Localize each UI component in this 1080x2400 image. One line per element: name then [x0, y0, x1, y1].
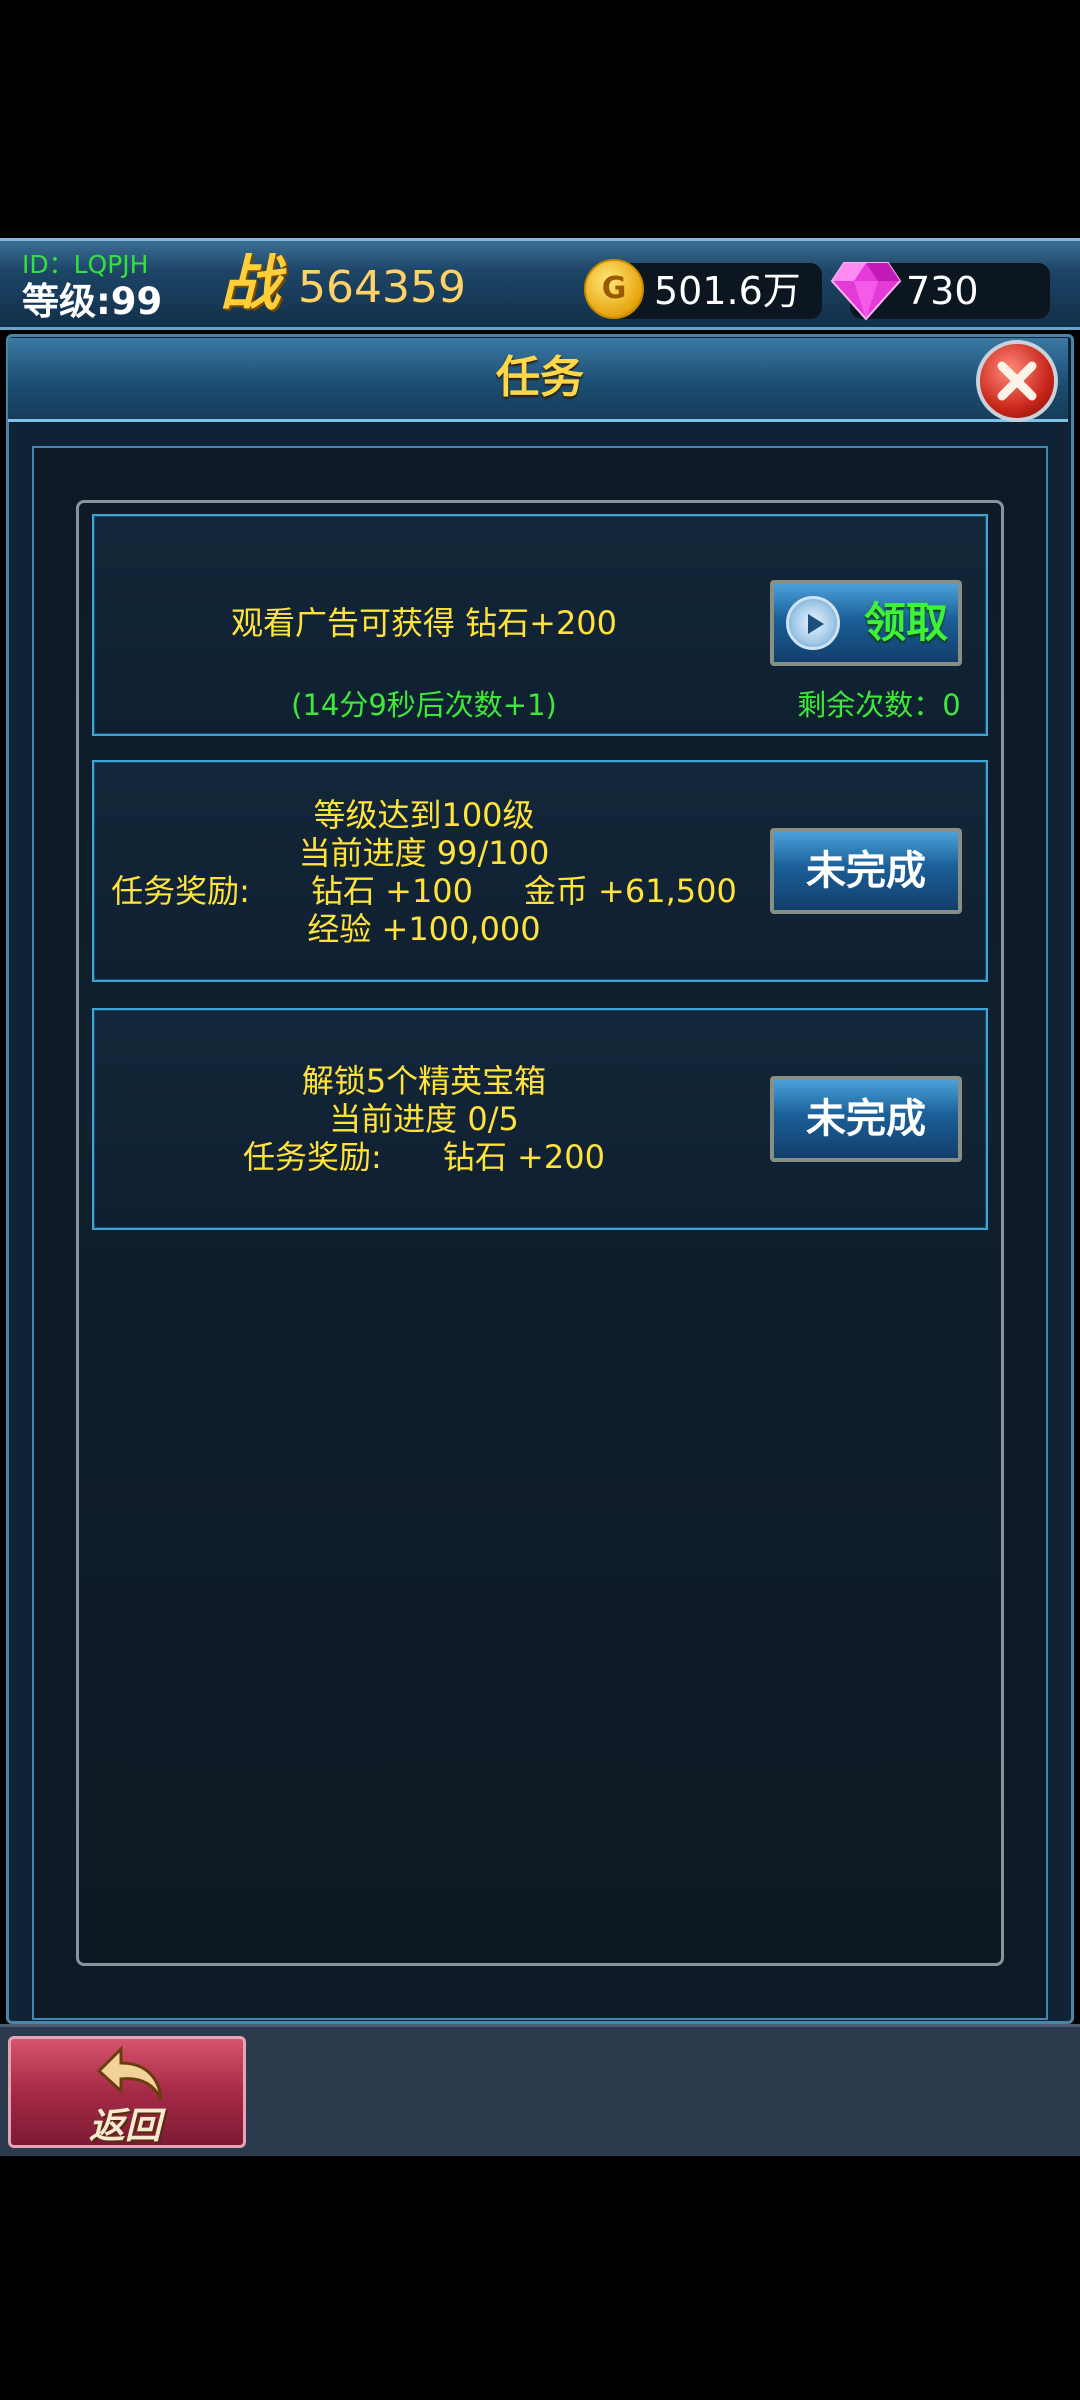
incomplete-button[interactable]: 未完成: [770, 828, 962, 914]
task-progress: 当前进度 99/100: [298, 834, 550, 872]
back-button[interactable]: 返回: [8, 2036, 246, 2148]
combat-power-value: 564359: [298, 262, 466, 313]
cooldown-text: (14分9秒后次数+1): [291, 688, 557, 722]
back-arrow-icon: [96, 2045, 163, 2100]
diamond-value: 730: [906, 269, 979, 313]
task-progress: 当前进度 0/5: [329, 1100, 519, 1138]
dialog-title: 任务: [496, 352, 584, 403]
power-icon: 战: [220, 249, 280, 319]
diamond-icon: [830, 262, 902, 321]
claim-label: 领取: [864, 598, 949, 647]
task-title: 解锁5个精英宝箱: [301, 1062, 547, 1100]
gold-coin-icon: G: [584, 259, 644, 319]
task-reward: 任务奖励: 钻石 +100 金币 +61,500: [111, 872, 737, 910]
task-card-level: 等级达到100级 当前进度 99/100 任务奖励: 钻石 +100 金币 +6…: [92, 760, 988, 982]
player-level: 等级:99: [22, 280, 163, 323]
close-icon: [997, 361, 1037, 401]
close-button[interactable]: [976, 340, 1058, 422]
remaining-count: 剩余次数：0: [797, 688, 961, 722]
task-title: 等级达到100级: [313, 796, 535, 834]
task-description: 观看广告可获得 钻石+200: [230, 604, 618, 642]
play-icon: [786, 596, 840, 650]
gold-value: 501.6万: [654, 269, 801, 313]
task-card-ad: 观看广告可获得 钻石+200 (14分9秒后次数+1) 剩余次数：0 领取: [92, 514, 988, 736]
task-reward: 任务奖励: 钻石 +200: [243, 1138, 605, 1176]
player-status-bar: ID：LQPJH 等级:99 战 564359 G 501.6万 730: [0, 238, 1080, 330]
claim-button[interactable]: 领取: [770, 580, 962, 666]
back-label: 返回: [89, 2106, 162, 2147]
task-card-chests: 解锁5个精英宝箱 当前进度 0/5 任务奖励: 钻石 +200 未完成: [92, 1008, 988, 1230]
incomplete-button[interactable]: 未完成: [770, 1076, 962, 1162]
task-reward-exp: 经验 +100,000: [307, 910, 541, 948]
